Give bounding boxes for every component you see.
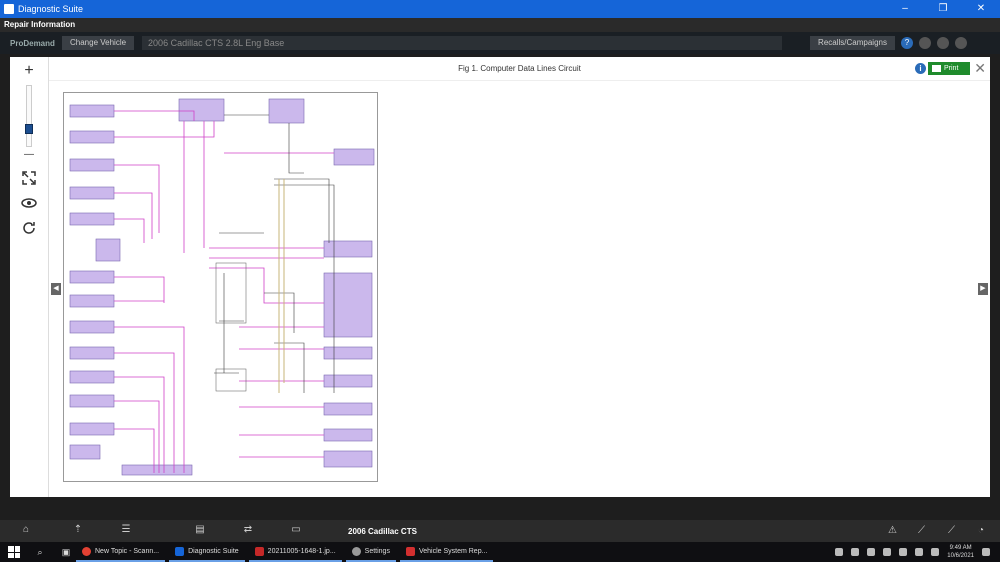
wiring-diagram-svg	[69, 98, 375, 476]
close-viewer-button[interactable]: ✕	[974, 60, 986, 77]
notifications-icon[interactable]	[982, 548, 990, 556]
zoom-in-button[interactable]: +	[19, 61, 39, 81]
info-icon[interactable]: i	[915, 63, 926, 74]
print-button[interactable]: Print	[928, 62, 970, 75]
tools-icon[interactable]: ⇄	[238, 524, 258, 538]
taskbar-item-label: Settings	[364, 547, 390, 555]
window-title-bar: Diagnostic Suite – ❐ ✕	[0, 0, 1000, 18]
gear-icon	[351, 546, 361, 556]
nav-bar: ProDemand Change Vehicle 2006 Cadillac C…	[0, 32, 1000, 54]
task-view-icon[interactable]: ▣	[60, 547, 72, 558]
viewer-content: Fig 1. Computer Data Lines Circuit i Pri…	[48, 57, 990, 497]
eye-icon[interactable]	[19, 195, 39, 215]
volume-icon[interactable]	[915, 548, 924, 556]
rotate-icon[interactable]	[19, 220, 39, 240]
system-tray: 9:49 AM 10/6/2021	[835, 544, 1000, 560]
main-panel: + — Fig 1. Computer Data Lines Circuit i…	[10, 57, 990, 497]
vehicle-footer-label: 2006 Cadillac CTS	[348, 526, 417, 536]
tray-icon[interactable]	[899, 548, 908, 556]
diagnostic-suite-icon	[175, 546, 185, 556]
viewer-header: Fig 1. Computer Data Lines Circuit i Pri…	[49, 57, 990, 81]
taskbar-item-label: 20211005-1648-1.jp...	[267, 547, 336, 555]
zoom-slider[interactable]	[26, 85, 32, 147]
clock-date: 10/6/2021	[947, 553, 974, 559]
prev-arrow-button[interactable]: ◀	[51, 283, 61, 295]
signal-icon[interactable]: ◔	[978, 525, 992, 537]
link-off-icon[interactable]: ⟋	[918, 525, 932, 537]
chat-icon[interactable]	[918, 37, 931, 49]
search-icon[interactable]: ⌕	[34, 547, 46, 558]
next-arrow-button[interactable]: ▶	[978, 283, 988, 295]
notes-icon[interactable]: ▤	[190, 524, 210, 538]
zoom-slider-handle[interactable]	[25, 124, 33, 134]
image-viewer-icon	[254, 546, 264, 556]
start-button[interactable]	[8, 546, 20, 558]
brand-label[interactable]: ProDemand	[0, 39, 62, 48]
menu-icon[interactable]: ☰	[116, 524, 136, 538]
figure-title: Fig 1. Computer Data Lines Circuit	[458, 64, 581, 73]
taskbar-item-image[interactable]: 20211005-1648-1.jp...	[248, 542, 342, 562]
logout-icon[interactable]	[954, 37, 967, 49]
pdf-icon	[405, 546, 415, 556]
taskbar-item-diagnostic[interactable]: Diagnostic Suite	[169, 542, 245, 562]
clock-time: 9:49 AM	[949, 545, 972, 551]
fit-screen-icon[interactable]	[19, 170, 39, 190]
tray-icon[interactable]	[851, 548, 860, 556]
upload-icon[interactable]: ⇡	[68, 524, 88, 538]
print-label: Print	[944, 65, 959, 72]
recalls-button[interactable]: Recalls/Campaigns	[810, 36, 895, 50]
vci-icon[interactable]: ⚠	[888, 525, 902, 537]
settings-icon[interactable]	[936, 37, 949, 49]
taskbar-item-label: Vehicle System Rep...	[418, 547, 488, 555]
printer-icon	[932, 65, 941, 72]
taskbar-item-label: Diagnostic Suite	[188, 547, 239, 555]
zoom-out-button[interactable]: —	[19, 145, 39, 165]
vehicle-label: 2006 Cadillac CTS 2.8L Eng Base	[142, 36, 783, 50]
wiring-diagram[interactable]	[63, 92, 378, 482]
taskbar-item-label: New Topic - Scann...	[95, 547, 160, 555]
close-window-button[interactable]: ✕	[962, 0, 1000, 18]
windows-taskbar: ⌕ ▣ New Topic - Scann... Diagnostic Suit…	[0, 542, 1000, 562]
network-icon[interactable]	[931, 548, 940, 556]
window-title: Diagnostic Suite	[18, 4, 84, 14]
app-icon	[4, 4, 14, 14]
repair-info-bar: Repair Information	[0, 18, 1000, 32]
app-taskbar: ⌂ ⇡ ☰ ▤ ⇄ ▭ 2006 Cadillac CTS ⚠ ⟋ ⟋ ◔	[0, 520, 1000, 542]
help-icon[interactable]: ?	[900, 37, 913, 49]
viewer-toolbar: + —	[10, 57, 48, 497]
folder-icon[interactable]: ▭	[286, 524, 306, 538]
tray-icon[interactable]	[867, 548, 876, 556]
tray-icon[interactable]	[835, 548, 844, 556]
change-vehicle-button[interactable]: Change Vehicle	[62, 36, 135, 50]
clock[interactable]: 9:49 AM 10/6/2021	[947, 544, 974, 560]
wifi-off-icon[interactable]: ⟋	[948, 525, 962, 537]
taskbar-item-pdf[interactable]: Vehicle System Rep...	[399, 542, 494, 562]
maximize-button[interactable]: ❐	[924, 0, 962, 18]
chrome-icon	[82, 546, 91, 556]
taskbar-item-chrome[interactable]: New Topic - Scann...	[76, 542, 166, 562]
minimize-button[interactable]: –	[886, 0, 924, 18]
taskbar-item-settings[interactable]: Settings	[345, 542, 396, 562]
home-icon[interactable]: ⌂	[16, 524, 36, 538]
tray-icon[interactable]	[883, 548, 892, 556]
